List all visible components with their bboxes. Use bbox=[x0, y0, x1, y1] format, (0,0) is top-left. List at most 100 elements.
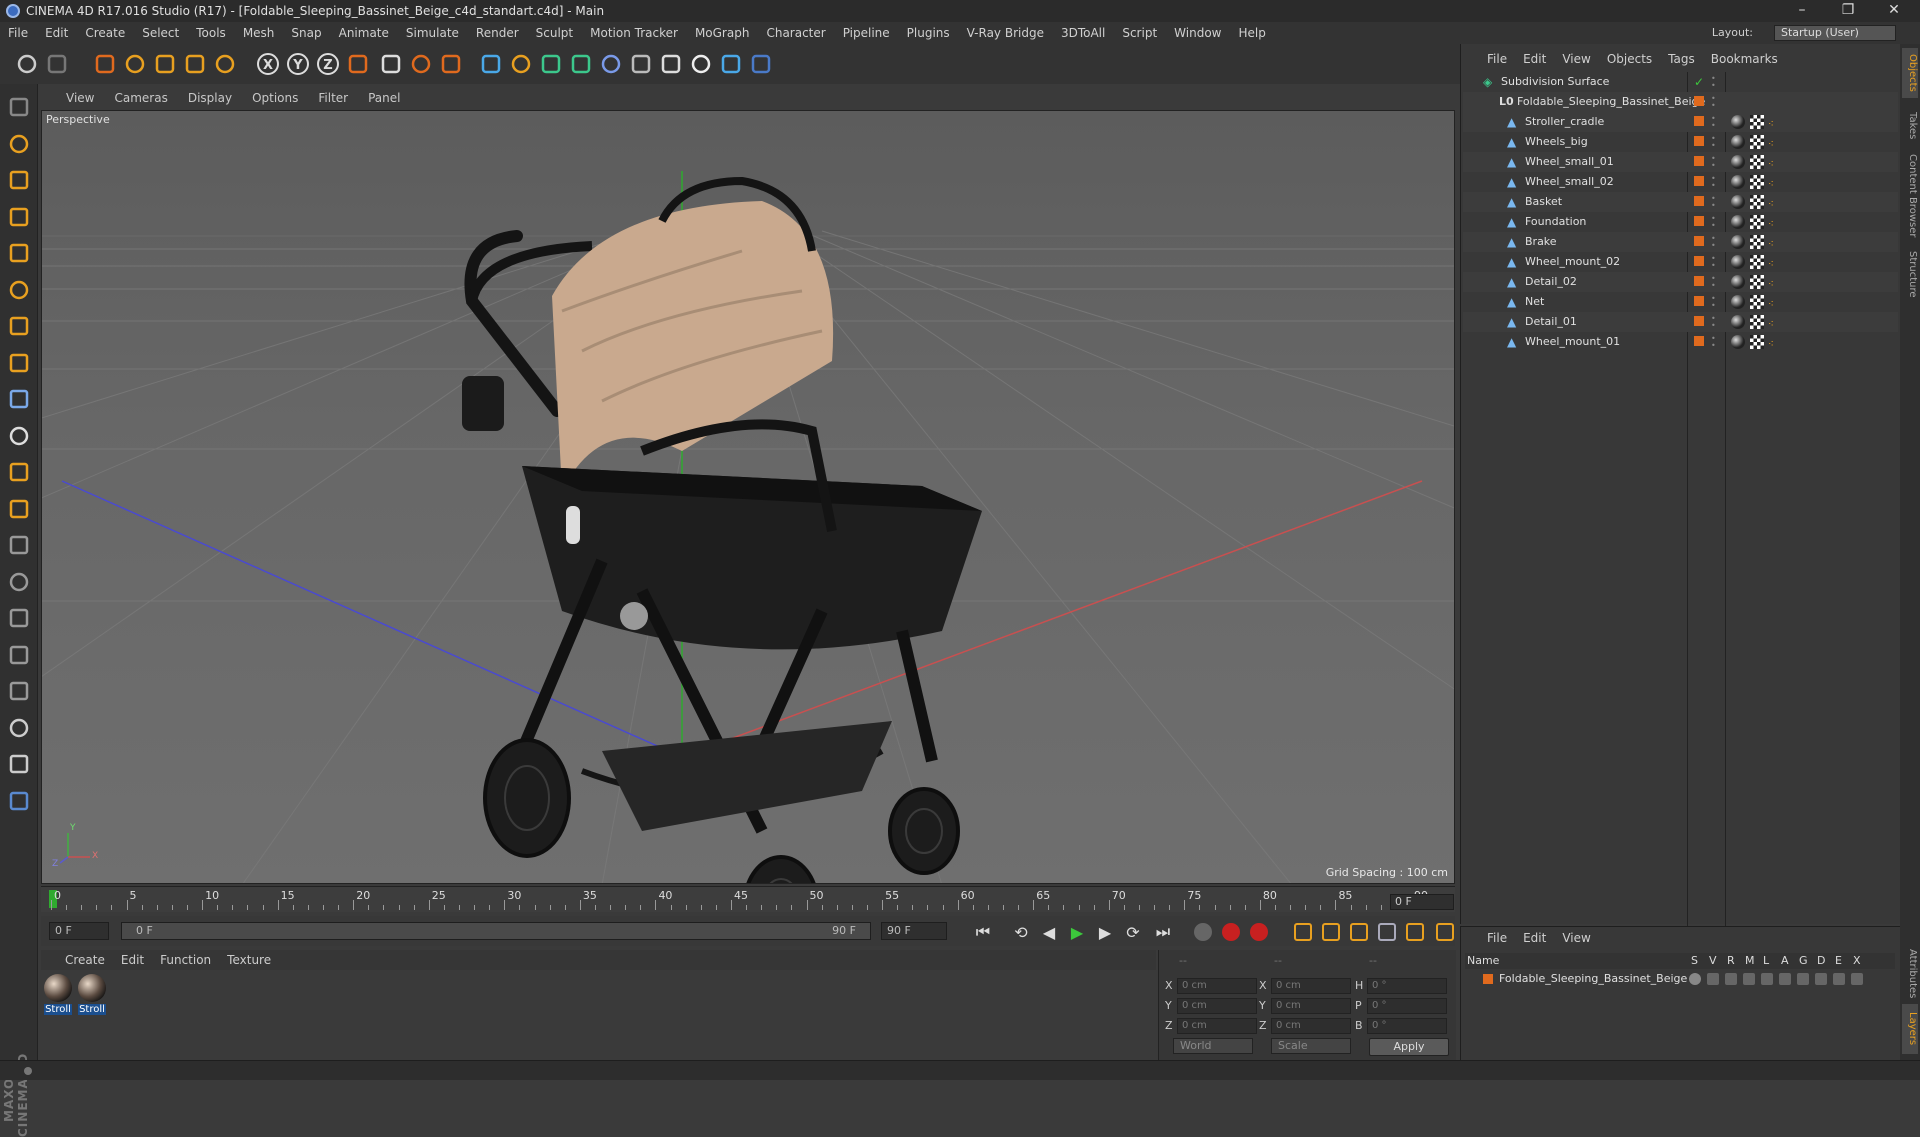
texture-tag-icon[interactable] bbox=[1750, 275, 1764, 289]
layer-menu-view[interactable]: View bbox=[1562, 931, 1590, 945]
menu-tools[interactable]: Tools bbox=[196, 26, 226, 40]
layer-toggle-icon[interactable] bbox=[1797, 973, 1809, 985]
pen-icon[interactable] bbox=[506, 49, 536, 79]
phong-tag-icon[interactable]: ⁖ bbox=[1768, 197, 1780, 210]
previous-key-icon[interactable]: ⟲ bbox=[1009, 920, 1033, 944]
material-tag-icon[interactable] bbox=[1731, 295, 1745, 309]
phong-tag-icon[interactable]: ⁖ bbox=[1768, 317, 1780, 330]
light-icon[interactable] bbox=[686, 49, 716, 79]
render-view-icon[interactable] bbox=[376, 49, 406, 79]
visibility-dots-icon[interactable]: • • bbox=[1711, 95, 1719, 110]
layer-row[interactable]: Foldable_Sleeping_Bassinet_Beige bbox=[1465, 970, 1895, 988]
texture-tag-icon[interactable] bbox=[1750, 175, 1764, 189]
play-icon[interactable]: ▶ bbox=[1065, 920, 1089, 944]
material-tag-icon[interactable] bbox=[1731, 195, 1745, 209]
phong-tag-icon[interactable]: ⁖ bbox=[1768, 277, 1780, 290]
key-param-icon[interactable] bbox=[1375, 920, 1399, 944]
object-row-group[interactable]: L0 Foldable_Sleeping_Bassinet_Beige • • bbox=[1463, 92, 1898, 112]
go-to-start-icon[interactable]: ⏮ bbox=[971, 920, 995, 944]
points-mode-icon[interactable] bbox=[4, 238, 34, 268]
edges-mode-icon[interactable] bbox=[4, 275, 34, 305]
visibility-dots-icon[interactable]: • • bbox=[1711, 175, 1719, 190]
menu-sculpt[interactable]: Sculpt bbox=[536, 26, 573, 40]
material-tag-icon[interactable] bbox=[1731, 155, 1745, 169]
menu-mograph[interactable]: MoGraph bbox=[695, 26, 750, 40]
menu-edit[interactable]: Edit bbox=[45, 26, 68, 40]
layer-toggle-icon[interactable] bbox=[1815, 973, 1827, 985]
material-menu-function[interactable]: Function bbox=[160, 953, 211, 967]
phong-tag-icon[interactable]: ⁖ bbox=[1768, 237, 1780, 250]
material-tag-icon[interactable] bbox=[1731, 335, 1745, 349]
polygons-mode-icon[interactable] bbox=[4, 311, 34, 341]
layer-col-l[interactable]: L bbox=[1763, 954, 1769, 967]
layer-toggle-icon[interactable] bbox=[1707, 973, 1719, 985]
viewport-menu-options[interactable]: Options bbox=[252, 91, 298, 105]
record-keys-icon[interactable] bbox=[1191, 920, 1215, 944]
texture-tag-icon[interactable] bbox=[1750, 215, 1764, 229]
menu-snap[interactable]: Snap bbox=[291, 26, 321, 40]
make-editable-icon[interactable] bbox=[4, 92, 34, 122]
object-row-child[interactable]: ▲ Basket • • ⁖ bbox=[1463, 192, 1898, 212]
cube-icon[interactable] bbox=[476, 49, 506, 79]
texture-tag-icon[interactable] bbox=[1750, 295, 1764, 309]
go-to-end-icon[interactable]: ⏭ bbox=[1151, 920, 1175, 944]
workplane-icon[interactable] bbox=[4, 202, 34, 232]
visibility-dots-icon[interactable]: • • bbox=[1711, 255, 1719, 270]
phong-tag-icon[interactable]: ⁖ bbox=[1768, 217, 1780, 230]
key-position-icon[interactable] bbox=[1291, 920, 1315, 944]
layer-toggle-icon[interactable] bbox=[1851, 973, 1863, 985]
menu-animate[interactable]: Animate bbox=[339, 26, 389, 40]
layer-col-d[interactable]: D bbox=[1817, 954, 1825, 967]
layer-menu-edit[interactable]: Edit bbox=[1523, 931, 1546, 945]
cloner-icon[interactable] bbox=[566, 49, 596, 79]
floor-icon[interactable] bbox=[626, 49, 656, 79]
bridge-icon[interactable] bbox=[4, 640, 34, 670]
visibility-dots-icon[interactable]: • • bbox=[1711, 295, 1719, 310]
python-icon[interactable] bbox=[4, 786, 34, 816]
visibility-dots-icon[interactable]: • • bbox=[1711, 215, 1719, 230]
menu-mesh[interactable]: Mesh bbox=[243, 26, 275, 40]
texture-tag-icon[interactable] bbox=[1750, 235, 1764, 249]
object-menu-view[interactable]: View bbox=[1562, 52, 1590, 66]
scale-icon[interactable] bbox=[150, 49, 180, 79]
play-backwards-icon[interactable]: ◀ bbox=[1037, 920, 1061, 944]
object-row-child[interactable]: ▲ Detail_02 • • ⁖ bbox=[1463, 272, 1898, 292]
object-row-child[interactable]: ▲ Wheel_small_02 • • ⁖ bbox=[1463, 172, 1898, 192]
texture-mode-icon[interactable] bbox=[4, 165, 34, 195]
extrude-icon[interactable] bbox=[4, 603, 34, 633]
material-tag-icon[interactable] bbox=[1731, 175, 1745, 189]
magnet-icon[interactable] bbox=[4, 457, 34, 487]
layer-col-a[interactable]: A bbox=[1781, 954, 1789, 967]
brush-icon[interactable] bbox=[4, 530, 34, 560]
menu-select[interactable]: Select bbox=[142, 26, 179, 40]
phong-tag-icon[interactable]: ⁖ bbox=[1768, 297, 1780, 310]
visibility-dots-icon[interactable]: • • bbox=[1711, 135, 1719, 150]
visibility-dots-icon[interactable]: • • bbox=[1711, 155, 1719, 170]
right-tab-structure[interactable]: Structure bbox=[1902, 244, 1918, 304]
texture-tag-icon[interactable] bbox=[1750, 195, 1764, 209]
autokey-icon[interactable] bbox=[1219, 920, 1243, 944]
layer-toggle-icon[interactable] bbox=[1689, 973, 1701, 985]
object-menu-edit[interactable]: Edit bbox=[1523, 52, 1546, 66]
coord-value-field[interactable]: 0 cm bbox=[1177, 1018, 1257, 1034]
material-tag-icon[interactable] bbox=[1731, 255, 1745, 269]
object-row-child[interactable]: ▲ Wheel_small_01 • • ⁖ bbox=[1463, 152, 1898, 172]
menu-motion-tracker[interactable]: Motion Tracker bbox=[590, 26, 678, 40]
phong-tag-icon[interactable]: ⁖ bbox=[1768, 337, 1780, 350]
live-selection-icon[interactable] bbox=[90, 49, 120, 79]
visibility-dots-icon[interactable]: • • bbox=[1711, 195, 1719, 210]
key-scale-icon[interactable] bbox=[1319, 920, 1343, 944]
viewport-menu-cameras[interactable]: Cameras bbox=[114, 91, 167, 105]
move-icon[interactable] bbox=[120, 49, 150, 79]
model-mode-icon[interactable] bbox=[4, 129, 34, 159]
material-tag-icon[interactable] bbox=[1731, 235, 1745, 249]
texture-tag-icon[interactable] bbox=[1750, 255, 1764, 269]
coord-value-field[interactable]: 0 cm bbox=[1271, 1018, 1351, 1034]
coord-value-field[interactable]: 0 ° bbox=[1367, 978, 1447, 994]
coord-value-field[interactable]: 0 cm bbox=[1271, 998, 1351, 1014]
coord-value-field[interactable]: 0 ° bbox=[1367, 1018, 1447, 1034]
coordinate-system-icon[interactable] bbox=[343, 49, 373, 79]
layer-menu-file[interactable]: File bbox=[1487, 931, 1507, 945]
object-menu-file[interactable]: File bbox=[1487, 52, 1507, 66]
material-tag-icon[interactable] bbox=[1731, 135, 1745, 149]
